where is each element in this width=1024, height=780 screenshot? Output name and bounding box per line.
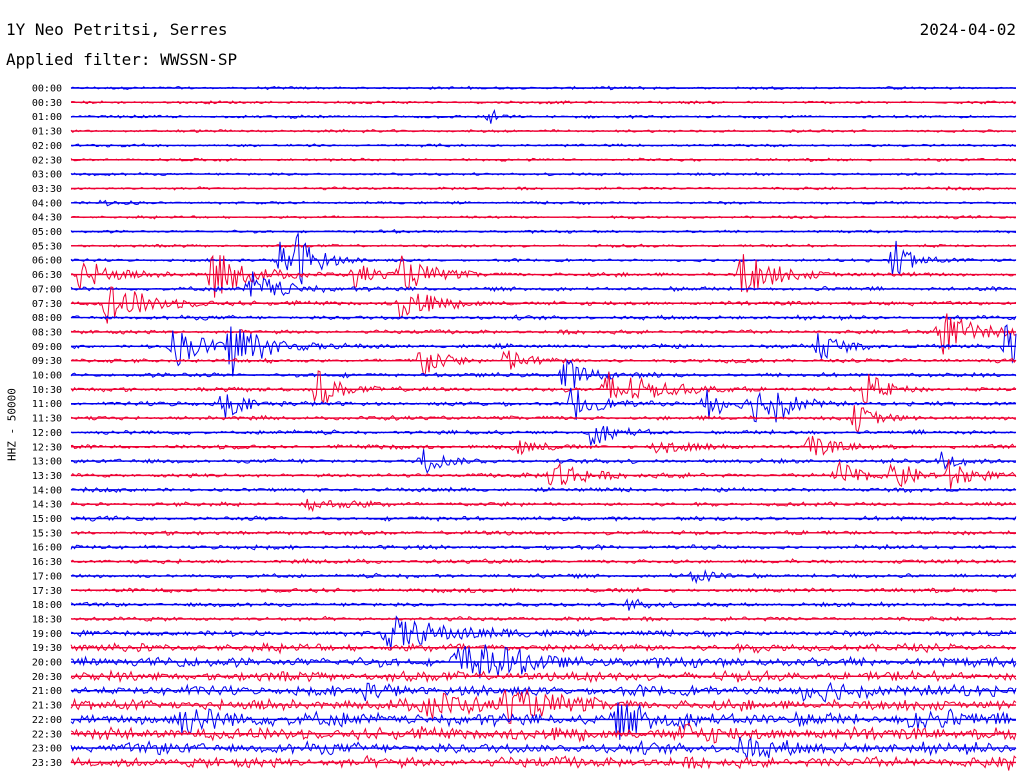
seismic-trace <box>70 425 1017 446</box>
trace-time-label: 02:00 <box>32 141 62 152</box>
trace-time-label: 17:00 <box>32 571 62 582</box>
trace-time-label: 03:30 <box>32 184 62 195</box>
trace-time-label: 05:00 <box>32 227 62 238</box>
trace-time-label: 00:00 <box>32 84 62 95</box>
trace-time-label: 09:00 <box>32 342 62 353</box>
trace-time-label: 15:00 <box>32 514 62 525</box>
trace-time-label: 13:00 <box>32 457 62 468</box>
trace-time-label: 12:00 <box>32 428 62 439</box>
trace-time-label: 01:00 <box>32 112 62 123</box>
trace-time-label: 03:00 <box>32 170 62 181</box>
trace-time-label: 10:00 <box>32 371 62 382</box>
trace-time-label: 09:30 <box>32 356 62 367</box>
seismic-trace <box>70 568 1017 585</box>
trace-time-label: 10:30 <box>32 385 62 396</box>
trace-time-label: 01:30 <box>32 127 62 138</box>
trace-time-label: 12:30 <box>32 442 62 453</box>
trace-time-label: 00:30 <box>32 98 62 109</box>
trace-time-label: 08:00 <box>32 313 62 324</box>
trace-time-label: 18:30 <box>32 614 62 625</box>
trace-time-label: 23:30 <box>32 758 62 769</box>
trace-time-label: 16:00 <box>32 543 62 554</box>
trace-time-label: 08:30 <box>32 327 62 338</box>
seismic-trace <box>70 350 1017 377</box>
seismic-trace <box>70 681 1017 703</box>
trace-time-label: 17:30 <box>32 586 62 597</box>
trace-time-label: 21:00 <box>32 686 62 697</box>
trace-time-label: 22:30 <box>32 729 62 740</box>
trace-time-label: 06:00 <box>32 256 62 267</box>
trace-time-label: 06:30 <box>32 270 62 281</box>
seismic-trace <box>70 405 1017 434</box>
trace-time-label: 23:00 <box>32 744 62 755</box>
helicorder-plot: 00:00 00:30 01:00 01:30 02:00 02:30 03:00 03:30… <box>32 84 1017 771</box>
trace-time-label: 11:00 <box>32 399 62 410</box>
trace-time-label: 07:30 <box>32 299 62 310</box>
trace-time-label: 22:00 <box>32 715 62 726</box>
seismic-trace <box>70 754 1017 771</box>
trace-time-label: 21:30 <box>32 701 62 712</box>
trace-time-label: 14:00 <box>32 485 62 496</box>
trace-time-label: 19:00 <box>32 629 62 640</box>
trace-time-label: 07:00 <box>32 284 62 295</box>
trace-time-label: 04:30 <box>32 213 62 224</box>
trace-time-label: 02:30 <box>32 155 62 166</box>
trace-time-label: 05:30 <box>32 241 62 252</box>
trace-time-label: 11:30 <box>32 414 62 425</box>
trace-time-label: 20:00 <box>32 658 62 669</box>
seismic-trace <box>70 459 1017 489</box>
trace-time-label: 13:30 <box>32 471 62 482</box>
seismic-trace <box>70 313 1017 355</box>
trace-time-label: 19:30 <box>32 643 62 654</box>
trace-time-label: 15:30 <box>32 528 62 539</box>
trace-time-label: 18:00 <box>32 600 62 611</box>
trace-time-label: 20:30 <box>32 672 62 683</box>
trace-time-label: 16:30 <box>32 557 62 568</box>
seismic-trace <box>70 435 1017 456</box>
trace-time-label: 14:30 <box>32 500 62 511</box>
trace-time-label: 04:00 <box>32 198 62 209</box>
